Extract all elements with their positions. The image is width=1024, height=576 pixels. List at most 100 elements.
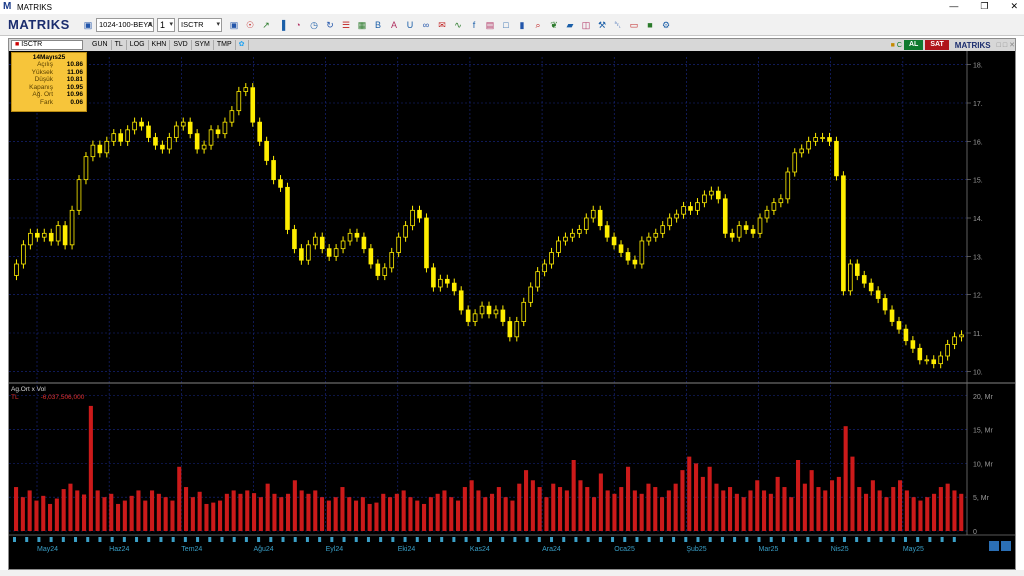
volume-bar [836,476,841,531]
y-tick-label: 17. [973,101,983,108]
drawing-icon[interactable]: ↗ [259,18,273,32]
candle-body [153,137,158,146]
news-icon[interactable]: ✉ [435,18,449,32]
volume-bar [619,487,624,531]
x-minor-tick [672,537,676,542]
x-minor-tick [281,537,285,542]
candle-body [611,236,617,246]
bold-icon[interactable]: B [371,18,385,32]
candle-body [854,263,860,276]
settings-icon[interactable]: ⚙ [659,18,673,32]
x-minor-tick [867,537,871,542]
x-minor-tick [86,537,90,542]
volume-tick-label: 15, Mr [973,428,994,435]
lock-icon[interactable]: ■ [891,42,895,49]
tab-sym[interactable]: SYM [192,40,214,50]
close-button[interactable]: ✕ [1010,1,1018,12]
chart-close-button[interactable]: ✕ [1009,41,1015,49]
window-icon[interactable]: □ [499,18,513,32]
candle-body [271,160,276,181]
link-icon[interactable]: ∞ [419,18,433,32]
chart-symbol-field[interactable]: ■ ISCTR [11,40,83,50]
volume-bar [238,493,243,531]
tab-svd[interactable]: SVD [170,40,192,50]
candle-body [326,248,332,257]
tab-log[interactable]: LOG [127,40,149,50]
search-icon[interactable]: ⌕ [531,18,545,32]
save-icon[interactable]: ▣ [81,18,95,32]
volume-bar [945,483,950,531]
font-icon[interactable]: A [387,18,401,32]
bell-icon[interactable]: ␇ [611,18,625,32]
candle-body [695,202,700,211]
minimize-button[interactable]: — [949,1,958,12]
candle-body [146,125,151,138]
infobox-label: Yüksek [31,68,53,76]
x-minor-tick [37,537,41,542]
pie-icon[interactable]: ◔ [291,18,305,32]
sell-button[interactable]: SAT [925,40,949,50]
x-minor-tick [208,537,212,542]
x-minor-tick [391,537,395,542]
candle-body [243,87,249,92]
candle-body [347,232,353,242]
volume-bar [578,480,583,531]
toolbar-icons: ▣ ☉ ↗ ▐ ◔ ◷ ↻ ☰ ▦ B A U ∞ ✉ ∿ f ▤ □ ▮ ⌕ ❦ ▰ ◫ ⚒ ␇ ▭ ■ ⚙ [226,18,674,32]
chat-icon[interactable]: ■ [643,18,657,32]
candle-body [757,217,763,234]
volume-tick-label: 20, Mr [973,394,994,401]
x-minor-tick [757,537,761,542]
tab-tmp[interactable]: TMP [214,40,236,50]
calculator-icon[interactable]: ▦ [355,18,369,32]
candle-body [896,321,902,330]
buy-button[interactable]: AL [903,40,924,50]
candle-body [590,209,596,219]
window-number-select[interactable]: 1 ▾ [157,17,175,32]
note-icon[interactable]: ▰ [563,18,577,32]
underline-icon[interactable]: U [403,18,417,32]
x-minor-tick [232,537,236,542]
book-icon[interactable]: ▮ [515,18,529,32]
table-icon[interactable]: ▤ [483,18,497,32]
y-tick-label: 12. [973,293,983,300]
candle-body [743,225,749,230]
candle-body [500,309,506,322]
volume-bar [388,497,393,531]
tab-gun[interactable]: GUN [89,40,112,50]
volume-bar [102,497,107,531]
list-icon[interactable]: ☰ [339,18,353,32]
scroll-left-button[interactable] [989,541,999,551]
scroll-right-button[interactable] [1001,541,1011,551]
candle-body [848,263,853,292]
refresh-icon[interactable]: ↻ [323,18,337,32]
save-icon[interactable]: ▣ [227,18,241,32]
chart-minimize-button[interactable]: □ [997,42,1001,49]
twitter-icon[interactable]: ❦ [547,18,561,32]
layout-select[interactable]: 1024-100-BEYA ▾ [96,17,154,32]
x-tick-label: May24 [37,546,58,553]
volume-bar [551,483,556,531]
volume-bar [360,497,365,531]
chart-restore-button[interactable]: □ [1003,42,1007,49]
refresh-icon[interactable]: C [897,42,902,49]
layout-icon[interactable]: ◫ [579,18,593,32]
volume-bar [830,480,835,531]
analysis-icon[interactable]: ∿ [451,18,465,32]
maximize-button[interactable]: ❐ [980,1,988,12]
x-minor-tick [550,537,554,542]
candle-body [410,209,415,227]
twitter-icon[interactable]: ✿ [236,40,249,50]
y-tick-label: 13. [973,254,983,261]
tools-icon[interactable]: ⚒ [595,18,609,32]
x-minor-tick [354,537,358,542]
symbol-select[interactable]: ISCTR ▾ [178,17,222,32]
clock-icon[interactable]: ◷ [307,18,321,32]
function-icon[interactable]: f [467,18,481,32]
zoom-icon[interactable]: ☉ [243,18,257,32]
ruler-icon[interactable]: ▭ [627,18,641,32]
price-chart[interactable]: 18. 17. 16. 15. 14. 13. 12. 11. 10. 20, Mr 15, Mr 1… [9,51,1015,569]
tab-tl[interactable]: TL [112,40,127,50]
chart-type-icon[interactable]: ▐ [275,18,289,32]
candle-body [806,140,811,150]
tab-khn[interactable]: KHN [149,40,171,50]
